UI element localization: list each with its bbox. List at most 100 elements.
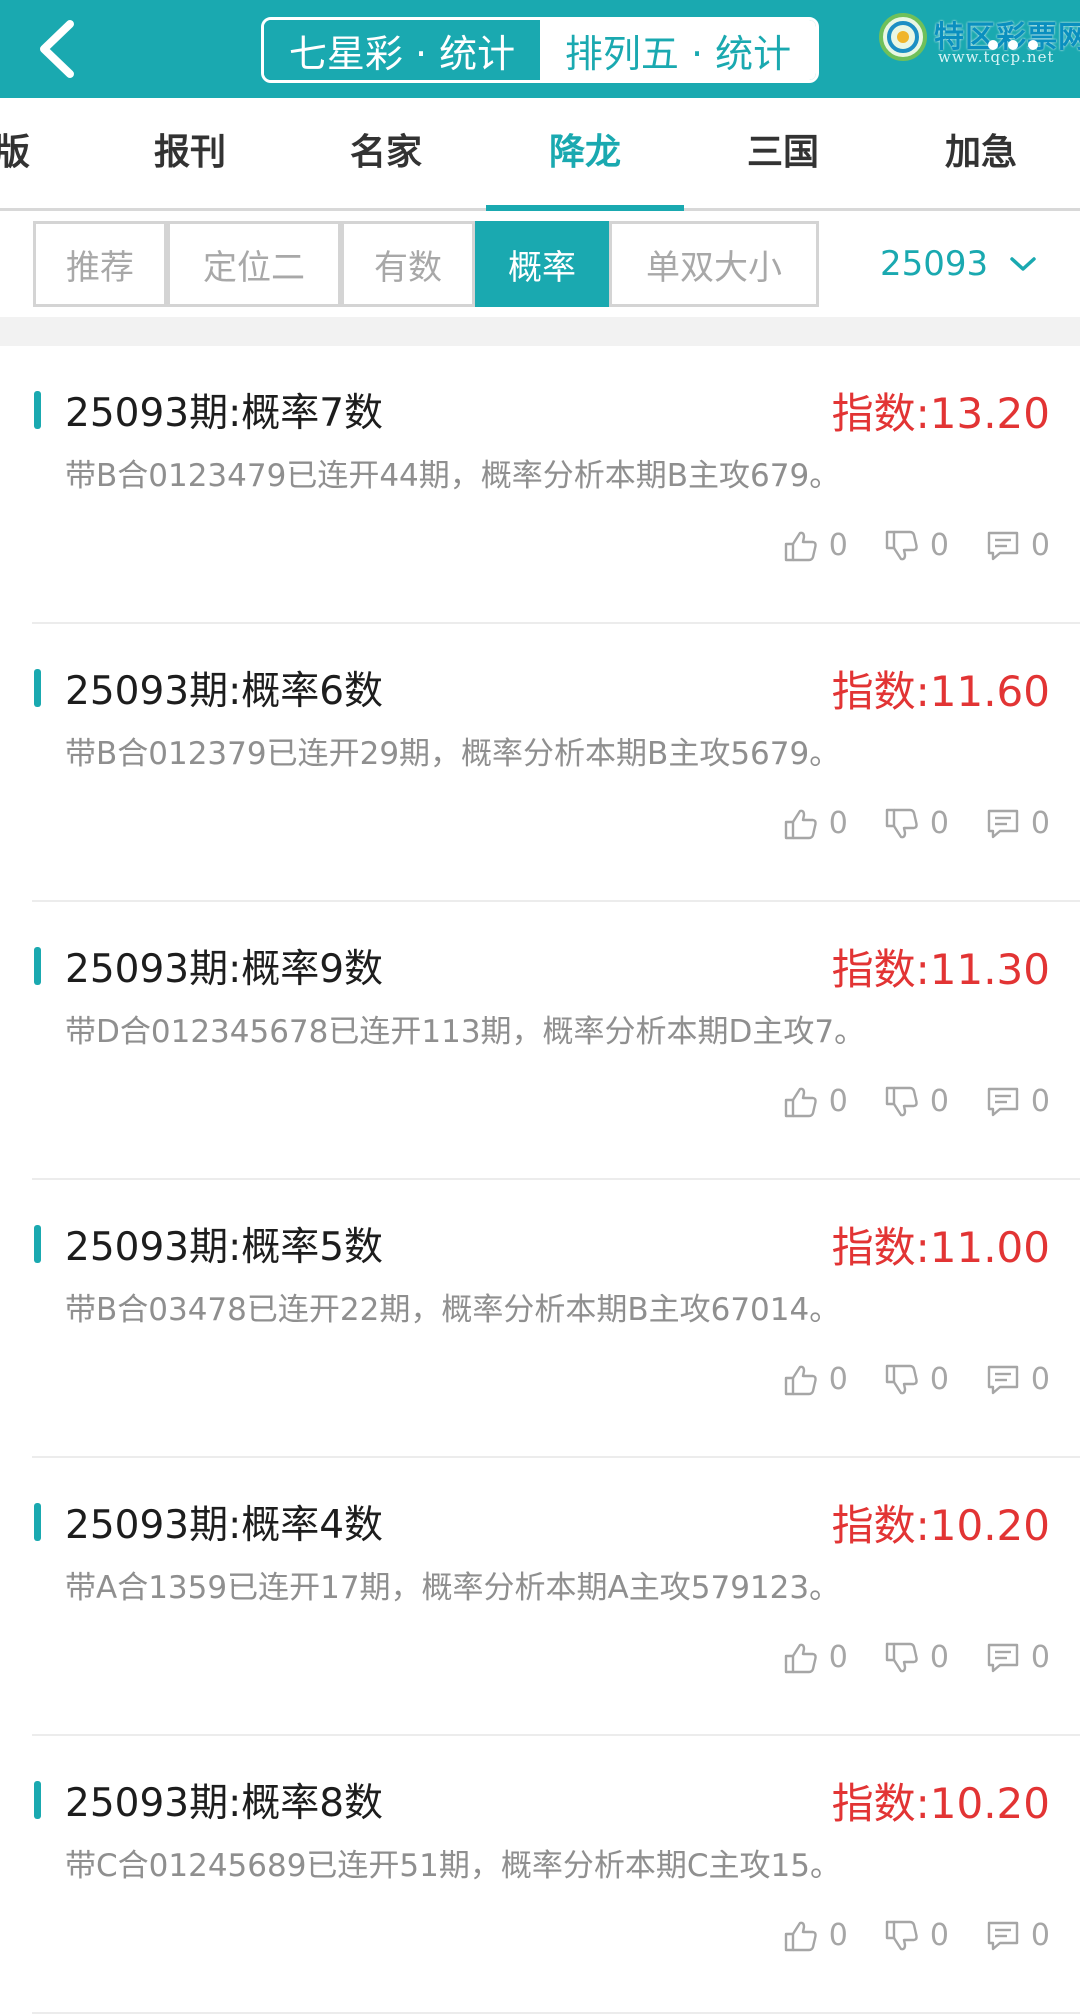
nav-item-jiaji[interactable]: 加急 (901, 98, 1061, 208)
thumbs-up-icon (784, 531, 817, 561)
lottery-type-switcher: 七星彩 · 统计 排列五 · 统计 (261, 17, 819, 83)
filter-tab-odd-even-size[interactable]: 单双大小 (609, 221, 819, 307)
card-title: 25093期:概率7数 (65, 391, 384, 436)
comment-button[interactable]: 0 (985, 1918, 1050, 1953)
like-button[interactable]: 0 (783, 1640, 848, 1675)
card-description: 带B合03478已连开22期，概率分析本期B主攻67014。 (65, 1292, 841, 1328)
card-title: 25093期:概率9数 (65, 947, 384, 992)
comment-button[interactable]: 0 (985, 1640, 1050, 1675)
dot-icon (988, 40, 998, 50)
dislike-button[interactable]: 0 (884, 528, 949, 563)
dot-icon (1028, 40, 1038, 50)
comment-icon (987, 809, 1019, 838)
like-count: 0 (828, 528, 848, 563)
like-button[interactable]: 0 (783, 1362, 848, 1397)
thumbs-up-icon (784, 1087, 817, 1117)
nav-item-jianglong[interactable]: 降龙 (505, 98, 665, 208)
filter-tab-numbers[interactable]: 有数 (341, 221, 475, 307)
like-button[interactable]: 0 (783, 806, 848, 841)
nav-item-sanguo[interactable]: 三国 (703, 98, 863, 208)
comment-button[interactable]: 0 (985, 1362, 1050, 1397)
card-accent-bar (34, 391, 41, 429)
comment-count: 0 (1030, 528, 1050, 563)
prediction-list: 25093期:概率7数 指数:13.20 带B合0123479已连开44期，概率… (0, 346, 1080, 2014)
card-actions: 0 0 0 (747, 1918, 1050, 1953)
dislike-count: 0 (929, 1362, 949, 1397)
dislike-count: 0 (929, 1084, 949, 1119)
dislike-button[interactable]: 0 (884, 1362, 949, 1397)
thumbs-up-icon (784, 1365, 817, 1395)
back-button[interactable] (26, 14, 96, 84)
card-index-score: 指数:11.60 (831, 667, 1050, 716)
dot-icon (1008, 40, 1018, 50)
dislike-count: 0 (929, 1918, 949, 1953)
comment-icon (987, 1921, 1019, 1950)
filter-tab-probability[interactable]: 概率 (475, 221, 609, 307)
card-index-score: 指数:11.00 (831, 1223, 1050, 1272)
card-index-score: 指数:10.20 (831, 1779, 1050, 1828)
card-description: 带C合01245689已连开51期，概率分析本期C主攻15。 (65, 1848, 841, 1884)
issue-selector[interactable]: 25093 (880, 221, 1038, 307)
tab-qixingcai-stats[interactable]: 七星彩 · 统计 (264, 20, 540, 80)
comment-icon (987, 1643, 1019, 1672)
card-title: 25093期:概率8数 (65, 1781, 384, 1826)
tab-pailiewu-stats[interactable]: 排列五 · 统计 (540, 20, 816, 80)
nav-item-mingjia[interactable]: 名家 (306, 98, 466, 208)
like-count: 0 (828, 1084, 848, 1119)
like-button[interactable]: 0 (783, 528, 848, 563)
card-description: 带B合012379已连开29期，概率分析本期B主攻5679。 (65, 736, 841, 772)
card-index-score: 指数:11.30 (831, 945, 1050, 994)
dislike-button[interactable]: 0 (884, 806, 949, 841)
prediction-card[interactable]: 25093期:概率9数 指数:11.30 带D合012345678已连开113期… (32, 902, 1080, 1180)
card-accent-bar (34, 1225, 41, 1263)
card-index-score: 指数:10.20 (831, 1501, 1050, 1550)
category-nav: 版 报刊 名家 降龙 三国 加急 (0, 98, 1080, 211)
comment-count: 0 (1030, 1362, 1050, 1397)
card-actions: 0 0 0 (747, 528, 1050, 563)
filter-tab-recommend[interactable]: 推荐 (33, 221, 167, 307)
comment-icon (987, 1365, 1019, 1394)
card-description: 带D合012345678已连开113期，概率分析本期D主攻7。 (65, 1014, 866, 1050)
dislike-button[interactable]: 0 (884, 1640, 949, 1675)
card-title: 25093期:概率6数 (65, 669, 384, 714)
chevron-down-icon (1010, 257, 1036, 271)
card-title: 25093期:概率5数 (65, 1225, 384, 1270)
card-description: 带B合0123479已连开44期，概率分析本期B主攻679。 (65, 458, 841, 494)
site-logo: 特区彩票网 www.tqcp.net (878, 8, 1080, 68)
prediction-card[interactable]: 25093期:概率5数 指数:11.00 带B合03478已连开22期，概率分析… (32, 1180, 1080, 1458)
thumbs-down-icon (885, 808, 918, 838)
card-accent-bar (34, 947, 41, 985)
comment-count: 0 (1030, 1640, 1050, 1675)
comment-button[interactable]: 0 (985, 1084, 1050, 1119)
thumbs-down-icon (885, 530, 918, 560)
nav-item-ban[interactable]: 版 (0, 98, 32, 208)
thumbs-down-icon (885, 1364, 918, 1394)
top-bar: 七星彩 · 统计 排列五 · 统计 特区彩票网 www.tqcp.net (0, 0, 1080, 98)
prediction-card[interactable]: 25093期:概率8数 指数:10.20 带C合01245689已连开51期，概… (32, 1736, 1080, 2014)
like-count: 0 (828, 806, 848, 841)
nav-item-baokan[interactable]: 报刊 (110, 98, 270, 208)
like-count: 0 (828, 1362, 848, 1397)
comment-button[interactable]: 0 (985, 528, 1050, 563)
like-count: 0 (828, 1918, 848, 1953)
comment-count: 0 (1030, 806, 1050, 841)
like-button[interactable]: 0 (783, 1918, 848, 1953)
prediction-card[interactable]: 25093期:概率4数 指数:10.20 带A合1359已连开17期，概率分析本… (32, 1458, 1080, 1736)
card-actions: 0 0 0 (747, 1640, 1050, 1675)
prediction-card[interactable]: 25093期:概率6数 指数:11.60 带B合012379已连开29期，概率分… (32, 624, 1080, 902)
comment-count: 0 (1030, 1918, 1050, 1953)
more-menu-button[interactable] (988, 40, 1038, 50)
dislike-button[interactable]: 0 (884, 1084, 949, 1119)
dislike-button[interactable]: 0 (884, 1918, 949, 1953)
dislike-count: 0 (929, 528, 949, 563)
like-button[interactable]: 0 (783, 1084, 848, 1119)
prediction-card[interactable]: 25093期:概率7数 指数:13.20 带B合0123479已连开44期，概率… (32, 346, 1080, 624)
comment-button[interactable]: 0 (985, 806, 1050, 841)
like-count: 0 (828, 1640, 848, 1675)
filter-tab-position-two[interactable]: 定位二 (167, 221, 341, 307)
card-index-score: 指数:13.20 (831, 389, 1050, 438)
thumbs-down-icon (885, 1642, 918, 1672)
comment-count: 0 (1030, 1084, 1050, 1119)
card-actions: 0 0 0 (747, 1362, 1050, 1397)
comment-icon (987, 1087, 1019, 1116)
